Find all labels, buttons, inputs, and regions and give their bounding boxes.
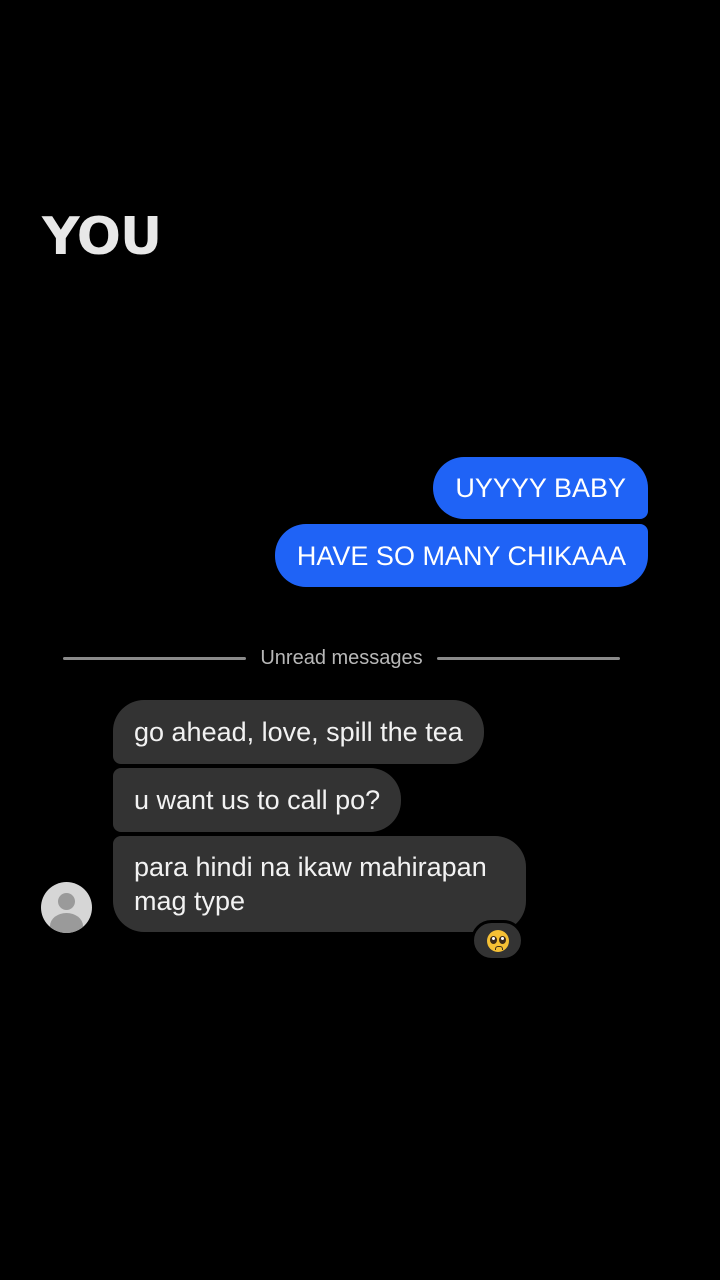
overlay-title: YOU	[42, 207, 162, 267]
avatar-head-shape	[58, 893, 75, 910]
contact-avatar[interactable]	[41, 882, 92, 933]
divider-line	[436, 656, 620, 660]
sent-message-bubble[interactable]: UYYYY BABY	[433, 457, 648, 519]
message-text: para hindi na ikaw mahirapan mag type	[134, 852, 487, 916]
message-text: UYYYY BABY	[455, 473, 626, 503]
divider-line	[63, 656, 247, 660]
message-text: go ahead, love, spill the tea	[134, 717, 463, 747]
message-text: u want us to call po?	[134, 785, 381, 815]
message-reaction[interactable]	[471, 920, 524, 961]
avatar-body-shape	[50, 913, 83, 933]
message-text: HAVE SO MANY CHIKAAA	[296, 540, 626, 571]
received-message-bubble[interactable]: u want us to call po?	[113, 768, 402, 832]
received-message-bubble[interactable]: para hindi na ikaw mahirapan mag type	[113, 836, 526, 932]
divider-label: Unread messages	[260, 646, 423, 669]
received-message-bubble[interactable]: go ahead, love, spill the tea	[113, 700, 484, 764]
pleading-face-icon	[486, 929, 509, 952]
unread-messages-divider: Unread messages	[63, 643, 620, 673]
sent-message-bubble[interactable]: HAVE SO MANY CHIKAAA	[274, 524, 648, 587]
chat-screen: YOU UYYYY BABY HAVE SO MANY CHIKAAA Unre…	[0, 0, 720, 1280]
